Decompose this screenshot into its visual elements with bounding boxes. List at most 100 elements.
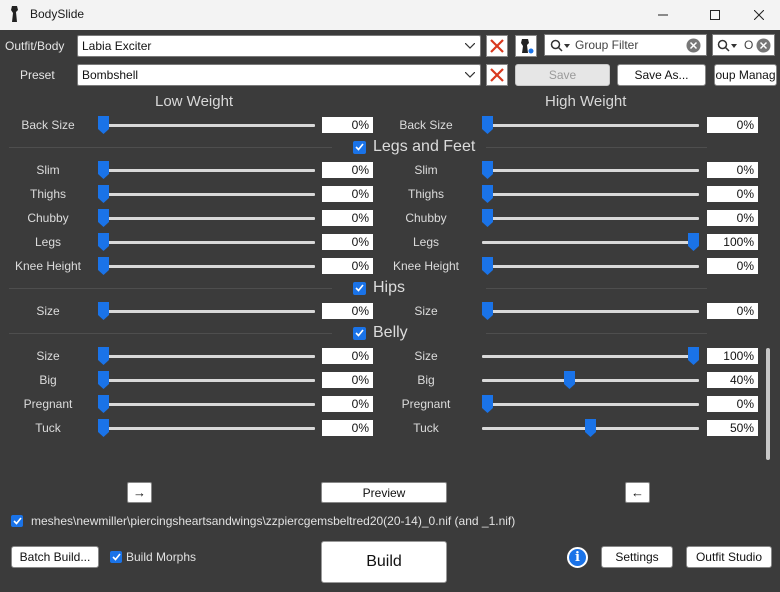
slider-track[interactable] [482,241,699,244]
outfit-body-combo[interactable]: Labia Exciter [77,35,481,57]
slider-track[interactable] [482,355,699,358]
slider-thumb[interactable] [98,209,109,227]
slider-track[interactable] [482,217,699,220]
slider-thumb[interactable] [98,116,109,134]
outfit-studio-shortcut-button[interactable] [515,35,537,57]
slider-thumb[interactable] [482,161,493,179]
slider-track[interactable] [98,217,315,220]
slider-thumb[interactable] [98,257,109,275]
build-morphs-toggle[interactable]: Build Morphs [110,550,196,564]
slider-track[interactable] [482,169,699,172]
slider-value-pregnant-low[interactable]: 0% [322,396,373,412]
slider-thumb[interactable] [564,371,576,389]
slider-value-hips-size-low[interactable]: 0% [322,303,373,319]
checkbox-checked-icon[interactable] [353,326,366,340]
slider-track[interactable] [482,193,699,196]
preset-combo[interactable]: Bombshell [77,64,481,86]
output-file-row[interactable]: meshes\newmiller\piercingsheartsandwings… [11,514,515,528]
clear-filter-icon[interactable] [756,38,771,53]
group-filter-input[interactable]: Group Filter [544,34,707,56]
slider-thumb[interactable] [585,419,596,437]
clear-filter-icon[interactable] [686,38,701,53]
group-manager-button[interactable]: oup Manag [714,64,777,86]
slider-thumb[interactable] [98,347,109,365]
close-button[interactable] [736,0,780,30]
info-icon[interactable]: i [567,547,588,568]
slider-value-belly-size-low[interactable]: 0% [322,348,373,364]
slider-track[interactable] [98,265,315,268]
slider-value-chubby-low[interactable]: 0% [322,210,373,226]
clear-outfit-button[interactable] [486,35,508,57]
slider-track[interactable] [482,403,699,406]
slider-thumb[interactable] [98,185,109,203]
slider-track[interactable] [98,310,315,313]
checkbox-checked-icon[interactable] [353,140,366,154]
slider-thumb[interactable] [482,209,493,227]
section-belly[interactable]: Belly [353,324,408,342]
checkbox-checked-icon[interactable] [353,281,366,295]
slider-thumb[interactable] [482,257,493,275]
slider-thumb[interactable] [98,302,109,320]
slider-value-big-high[interactable]: 40% [707,372,758,388]
section-hips[interactable]: Hips [353,279,405,297]
slider-track[interactable] [482,310,699,313]
slider-thumb[interactable] [98,371,109,389]
clear-preset-button[interactable] [486,64,508,86]
checkbox-checked-icon[interactable] [11,515,23,527]
slider-track[interactable] [482,124,699,127]
slider-value-tuck-low[interactable]: 0% [322,420,373,436]
slider-track[interactable] [98,403,315,406]
save-preset-button[interactable]: Save [515,64,610,86]
copy-high-to-low-button[interactable]: ← [625,482,650,503]
slider-list-scrollbar[interactable] [766,348,770,460]
minimize-button[interactable] [640,0,686,30]
slider-value-legs-low[interactable]: 0% [322,234,373,250]
slider-value-tuck-high[interactable]: 50% [707,420,758,436]
slider-value-hips-size-high[interactable]: 0% [707,303,758,319]
section-legs-and-feet[interactable]: Legs and Feet [353,138,475,156]
slider-track[interactable] [98,169,315,172]
slider-thumb[interactable] [688,233,699,251]
slider-value-slim-high[interactable]: 0% [707,162,758,178]
slider-thumb[interactable] [482,185,493,203]
copy-low-to-high-button[interactable]: → [127,482,152,503]
slider-label-knee-height-high: Knee Height [392,259,460,273]
slider-value-chubby-high[interactable]: 0% [707,210,758,226]
slider-track[interactable] [98,193,315,196]
build-button[interactable]: Build [321,541,447,583]
slider-track[interactable] [98,124,315,127]
outfit-studio-button[interactable]: Outfit Studio [686,546,772,568]
batch-build-button[interactable]: Batch Build... [11,546,99,568]
slider-value-knee-height-high[interactable]: 0% [707,258,758,274]
slider-value-back-size-high[interactable]: 0% [707,117,758,133]
slider-value-slim-low[interactable]: 0% [322,162,373,178]
slider-value-thighs-high[interactable]: 0% [707,186,758,202]
slider-value-back-size-low[interactable]: 0% [322,117,373,133]
slider-track[interactable] [98,379,315,382]
slider-track[interactable] [482,265,699,268]
slider-thumb[interactable] [482,395,493,413]
preview-button[interactable]: Preview [321,482,447,503]
outfit-filter-input[interactable]: O [712,34,775,56]
slider-thumb[interactable] [98,161,109,179]
slider-track[interactable] [98,427,315,430]
save-as-preset-button[interactable]: Save As... [617,64,706,86]
slider-track[interactable] [98,241,315,244]
slider-value-legs-high[interactable]: 100% [707,234,758,250]
slider-thumb[interactable] [98,395,109,413]
slider-value-big-low[interactable]: 0% [322,372,373,388]
slider-thumb[interactable] [98,419,109,437]
slider-thumb[interactable] [482,116,493,134]
slider-track[interactable] [482,379,699,382]
slider-track[interactable] [98,355,315,358]
slider-thumb[interactable] [482,302,493,320]
slider-value-knee-height-low[interactable]: 0% [322,258,373,274]
slider-thumb[interactable] [98,233,109,251]
slider-value-pregnant-high[interactable]: 0% [707,396,758,412]
settings-button[interactable]: Settings [601,546,673,568]
checkbox-checked-icon[interactable] [110,551,122,563]
slider-thumb[interactable] [688,347,699,365]
maximize-button[interactable] [692,0,738,30]
slider-value-thighs-low[interactable]: 0% [322,186,373,202]
slider-value-belly-size-high[interactable]: 100% [707,348,758,364]
